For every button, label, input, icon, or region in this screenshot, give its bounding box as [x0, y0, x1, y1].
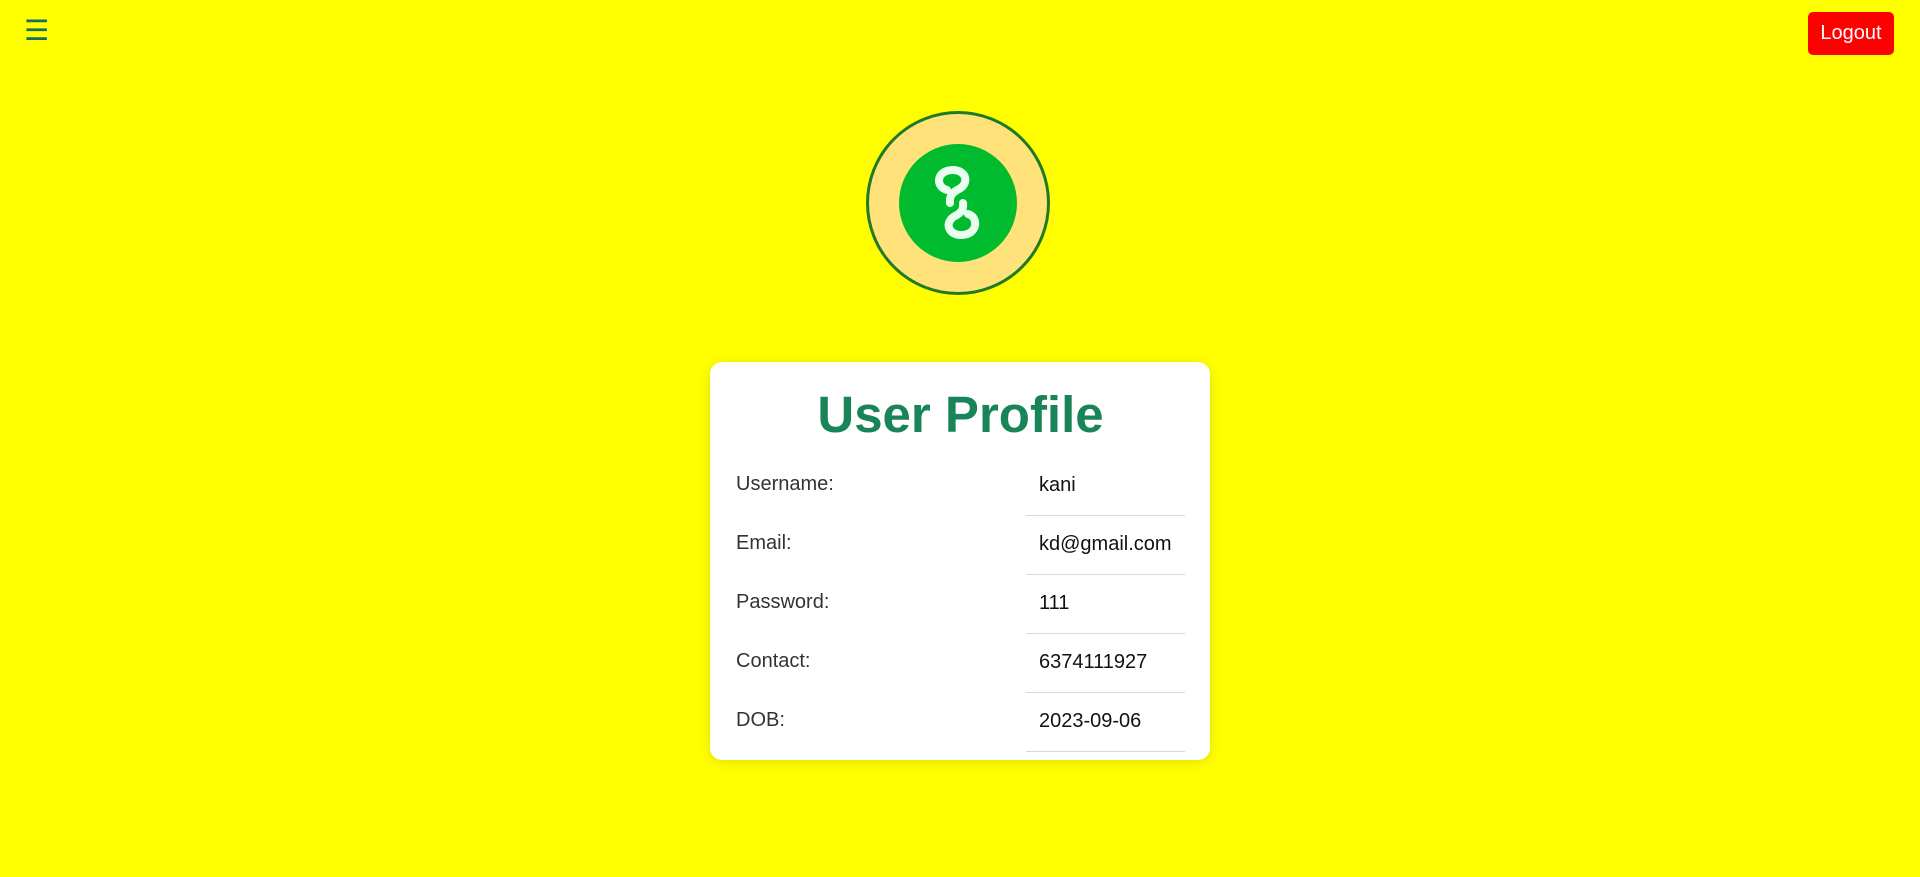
dob-value: 2023-09-06	[1026, 692, 1185, 752]
profile-row-password: Password: 111	[736, 574, 1185, 634]
profile-row-dob: DOB: 2023-09-06	[736, 692, 1185, 752]
chain-link-icon	[935, 165, 980, 240]
username-label: Username:	[736, 472, 834, 495]
username-value: kani	[1026, 456, 1185, 516]
profile-row-email: Email: kd@gmail.com	[736, 515, 1185, 575]
dob-label: DOB:	[736, 708, 785, 731]
password-value: 111	[1026, 574, 1185, 634]
profile-details-table: Username: kani Email: kd@gmail.com Passw…	[736, 456, 1185, 752]
email-value: kd@gmail.com	[1026, 515, 1185, 575]
page-title: User Profile	[817, 386, 1104, 443]
hamburger-menu-icon[interactable]: ☰	[24, 14, 49, 48]
profile-logo	[866, 111, 1050, 295]
email-label: Email:	[736, 531, 792, 554]
contact-label: Contact:	[736, 649, 811, 672]
user-profile-card: User Profile Username: kani Email: kd@gm…	[710, 362, 1210, 760]
logo-circle	[899, 144, 1017, 262]
password-label: Password:	[736, 590, 830, 613]
logout-button[interactable]: Logout	[1808, 12, 1894, 55]
profile-row-username: Username: kani	[736, 456, 1185, 516]
profile-row-contact: Contact: 6374111927	[736, 633, 1185, 693]
contact-value: 6374111927	[1026, 633, 1185, 693]
